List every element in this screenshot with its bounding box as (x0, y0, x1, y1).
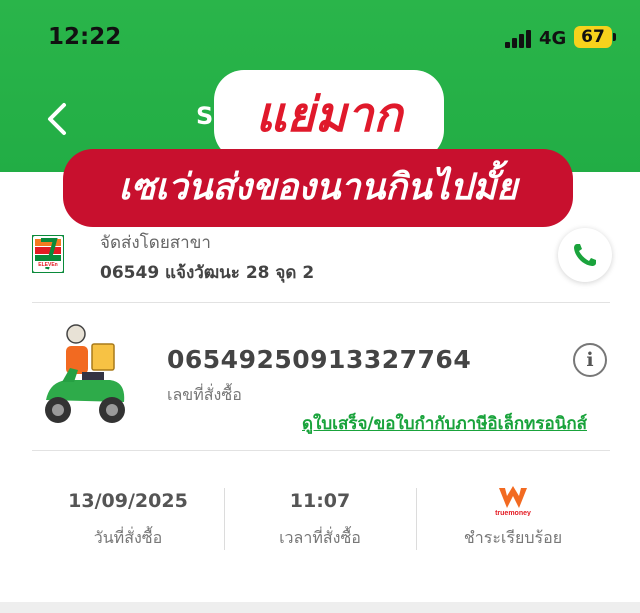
overlay-caption-top: แย่มาก (214, 70, 444, 160)
order-time-label: เวลาที่สั่งซื้อ (279, 528, 361, 547)
call-branch-button[interactable] (558, 228, 612, 282)
order-date-column: 13/09/2025 วันที่สั่งซื้อ (28, 486, 228, 551)
branch-name: 06549 แจ้งวัฒนะ 28 จุด 2 (100, 263, 315, 283)
svg-text:ELEVEn: ELEVEn (38, 262, 57, 268)
delivery-scooter-icon (40, 322, 130, 430)
svg-text:truemoney: truemoney (495, 510, 531, 516)
status-time: 12:22 (48, 24, 122, 50)
overlay-caption-bottom: เซเว่นส่งของนานกินไปมั้ย (63, 149, 573, 227)
order-date-label: วันที่สั่งซื้อ (93, 528, 163, 547)
section-divider (32, 302, 610, 303)
payment-column: truemoney ชำระเรียบร้อย (413, 486, 613, 551)
battery-tip (613, 33, 616, 41)
battery-icon: 67 (574, 26, 612, 48)
order-date: 13/09/2025 (68, 490, 188, 512)
order-time: 11:07 (289, 490, 351, 512)
receipt-link[interactable]: ดูใบเสร็จ/ขอใบกำกับภาษีอิเล็กทรอนิกส์ (302, 410, 587, 437)
order-number: 06549250913327764 (167, 345, 472, 374)
seven-eleven-logo: ELEVEn (31, 234, 65, 274)
back-button[interactable] (40, 96, 76, 142)
info-icon[interactable]: i (573, 343, 607, 377)
branch-label: จัดส่งโดยสาขา (100, 233, 211, 253)
chevron-left-icon (48, 103, 66, 135)
phone-icon (574, 244, 596, 266)
bottom-section-bar (0, 602, 640, 613)
network-type: 4G (539, 28, 567, 49)
order-time-column: 11:07 เวลาที่สั่งซื้อ (220, 486, 420, 551)
section-divider (32, 450, 610, 451)
order-number-label: เลขที่สั่งซื้อ (167, 385, 242, 404)
page-title: S (196, 102, 214, 130)
signal-icon (505, 30, 531, 48)
truemoney-logo: truemoney (413, 486, 613, 516)
payment-status: ชำระเรียบร้อย (463, 528, 563, 547)
